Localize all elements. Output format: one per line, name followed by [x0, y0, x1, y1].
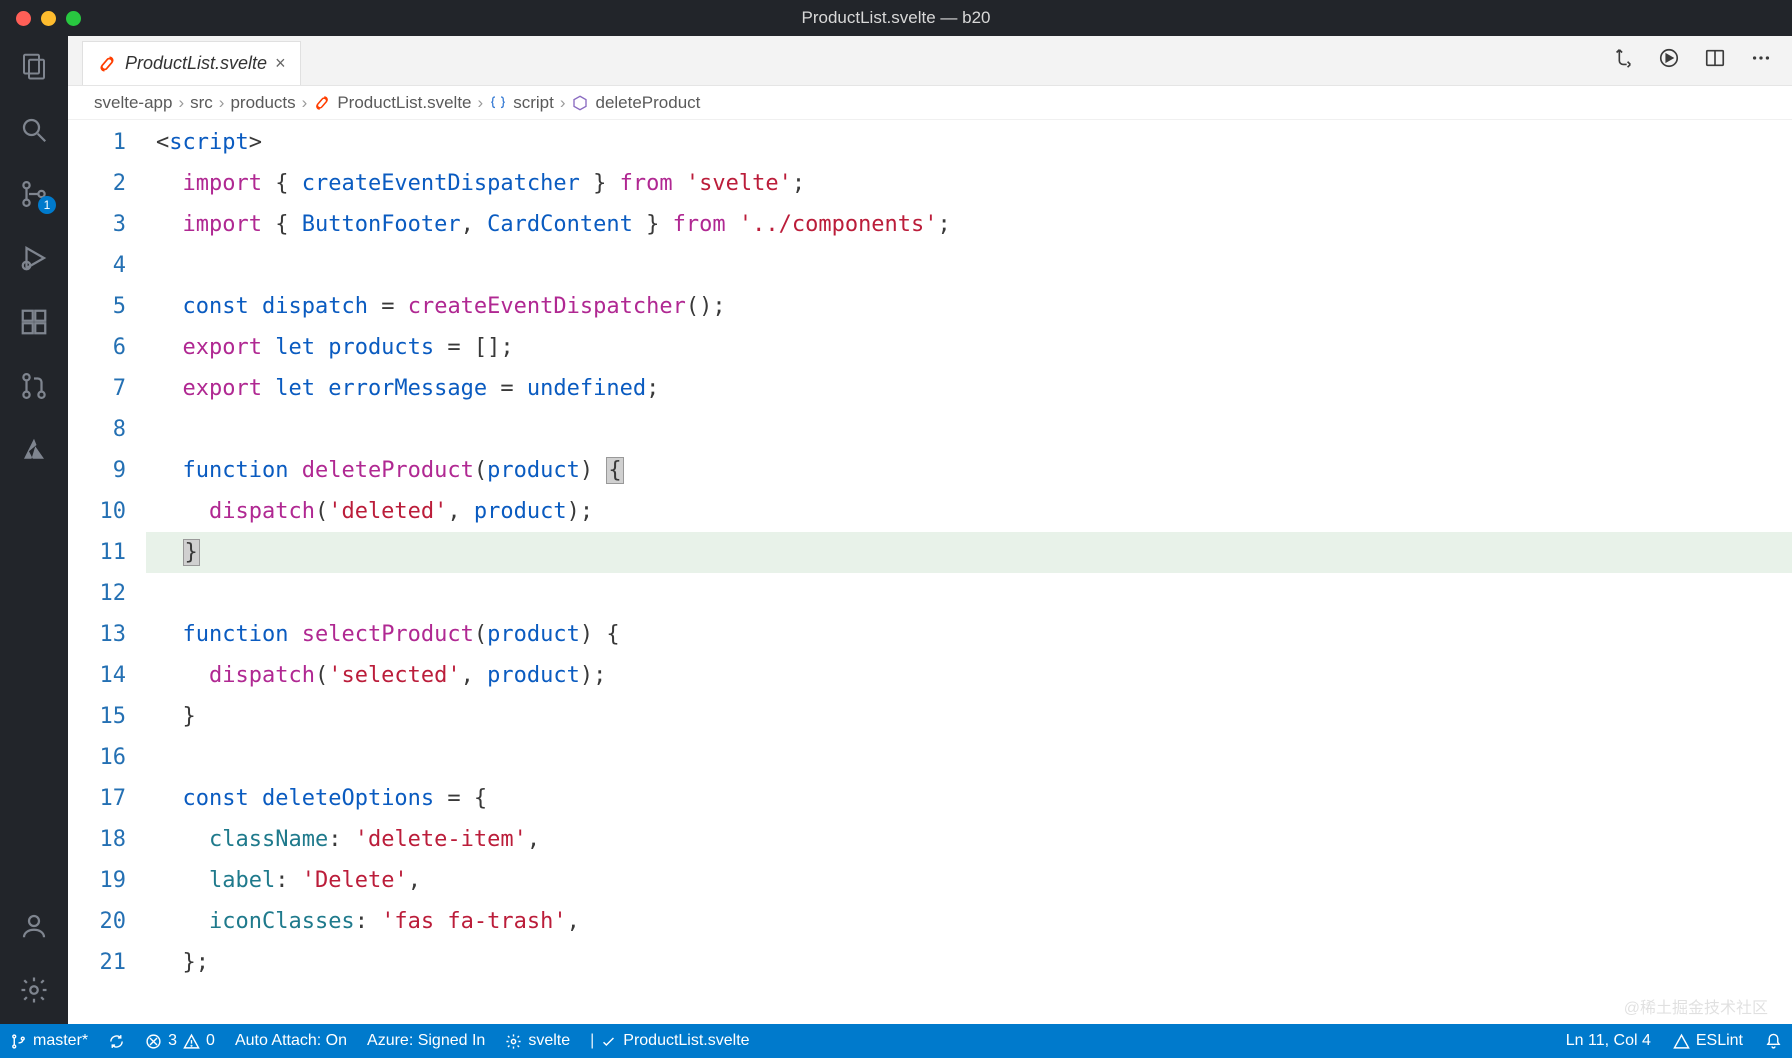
breadcrumb-item[interactable]: deleteProduct [595, 93, 700, 113]
source-control-icon[interactable]: 1 [18, 178, 50, 210]
settings-gear-icon[interactable] [18, 974, 50, 1006]
editor: ProductList.svelte × svelte-app [68, 36, 1792, 1024]
auto-attach-item[interactable]: Auto Attach: On [235, 1032, 347, 1050]
github-pr-icon[interactable] [18, 370, 50, 402]
maximize-window-button[interactable] [66, 11, 81, 26]
azure-status-item[interactable]: Azure: Signed In [367, 1032, 485, 1050]
gutter: 123456789101112131415161718192021 [68, 120, 156, 1024]
cursor-position-item[interactable]: Ln 11, Col 4 [1566, 1032, 1651, 1050]
tab-label: ProductList.svelte [125, 53, 267, 74]
breadcrumb-item[interactable]: script [513, 93, 554, 113]
more-actions-icon[interactable] [1750, 47, 1772, 74]
chevron-right-icon: › [219, 93, 225, 113]
compare-changes-icon[interactable] [1612, 47, 1634, 74]
svelte-icon [97, 54, 117, 74]
eslint-item[interactable]: ESLint [1673, 1032, 1743, 1050]
breadcrumb-item[interactable]: svelte-app [94, 93, 172, 113]
split-editor-icon[interactable] [1704, 47, 1726, 74]
run-icon[interactable] [1658, 47, 1680, 74]
tab-productlist[interactable]: ProductList.svelte × [82, 41, 301, 85]
git-branch-item[interactable]: master* [10, 1032, 88, 1050]
tab-close-icon[interactable]: × [275, 53, 286, 74]
problems-item[interactable]: 3 0 [145, 1032, 215, 1050]
language-mode-item[interactable]: svelte [505, 1032, 570, 1050]
run-debug-icon[interactable] [18, 242, 50, 274]
chevron-right-icon: › [178, 93, 184, 113]
breadcrumb-item[interactable]: products [230, 93, 295, 113]
activity-bar: 1 [0, 36, 68, 1024]
editor-actions [1612, 36, 1792, 85]
accounts-icon[interactable] [18, 910, 50, 942]
symbol-namespace-icon [489, 94, 507, 112]
prettier-item[interactable]: | ProductList.svelte [590, 1032, 749, 1050]
close-window-button[interactable] [16, 11, 31, 26]
explorer-icon[interactable] [18, 50, 50, 82]
breadcrumb[interactable]: svelte-app › src › products › ProductLis… [68, 86, 1792, 120]
scm-badge: 1 [38, 196, 56, 214]
breadcrumb-item[interactable]: ProductList.svelte [337, 93, 471, 113]
minimize-window-button[interactable] [41, 11, 56, 26]
chevron-right-icon: › [478, 93, 484, 113]
breadcrumb-item[interactable]: src [190, 93, 213, 113]
svelte-icon [313, 94, 331, 112]
extensions-icon[interactable] [18, 306, 50, 338]
window-title: ProductList.svelte — b20 [0, 8, 1792, 28]
window-controls [0, 11, 81, 26]
symbol-method-icon [571, 94, 589, 112]
chevron-right-icon: › [302, 93, 308, 113]
sync-item[interactable] [108, 1033, 125, 1050]
code-content[interactable]: <script> import { createEventDispatcher … [156, 120, 1792, 1024]
search-icon[interactable] [18, 114, 50, 146]
notifications-icon[interactable] [1765, 1033, 1782, 1050]
tabs-bar: ProductList.svelte × [68, 36, 1792, 86]
titlebar: ProductList.svelte — b20 [0, 0, 1792, 36]
code-area[interactable]: 123456789101112131415161718192021 <scrip… [68, 120, 1792, 1024]
azure-icon[interactable] [18, 434, 50, 466]
status-bar: master* 3 0 Auto Attach: On Azure: Signe… [0, 1024, 1792, 1058]
chevron-right-icon: › [560, 93, 566, 113]
